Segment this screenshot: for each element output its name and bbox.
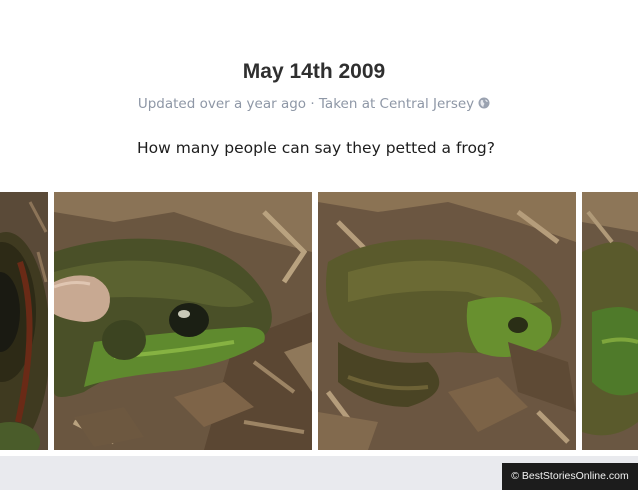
watermark: © BestStoriesOnline.com: [502, 463, 638, 490]
post-header: May 14th 2009 Updated over a year ago · …: [0, 0, 638, 192]
album-title: May 14th 2009: [242, 60, 386, 83]
frog-photo-4-partial[interactable]: [582, 192, 638, 450]
album-caption: How many people can say they petted a fr…: [136, 139, 495, 157]
album-meta-text: Updated over a year ago · Taken at Centr…: [137, 96, 475, 112]
frog-photo-2[interactable]: [54, 192, 312, 450]
globe-icon: [478, 96, 490, 109]
frog-photo-3[interactable]: [318, 192, 576, 450]
album-meta: Updated over a year ago · Taken at Centr…: [0, 95, 628, 113]
photo-strip: [0, 192, 638, 450]
frog-photo-1-partial[interactable]: [0, 192, 48, 450]
